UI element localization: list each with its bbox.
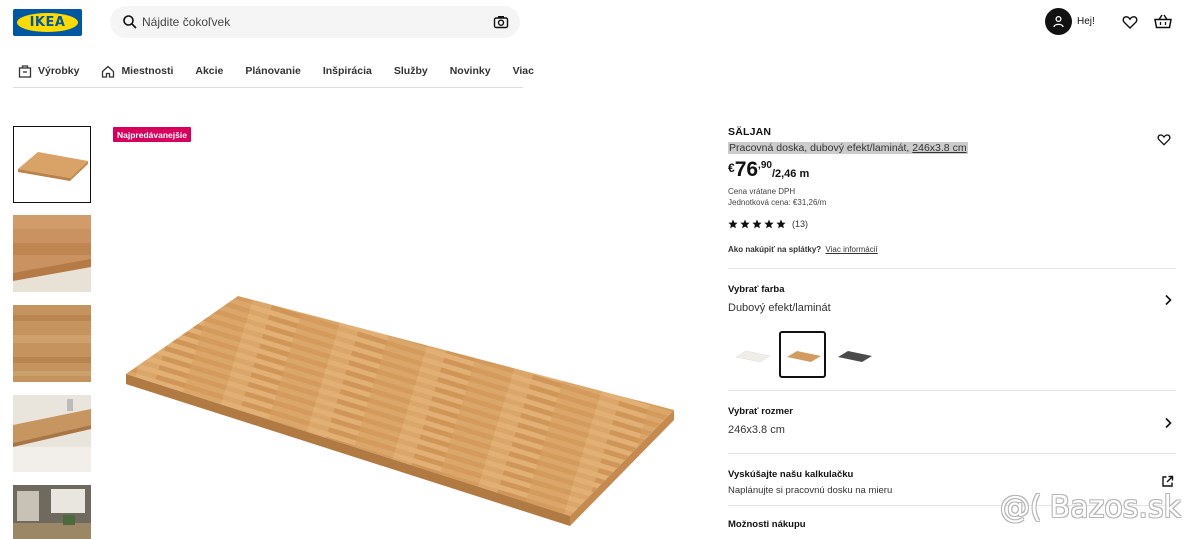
nav-item-products[interactable]: Výrobky	[18, 64, 80, 78]
thumbnail-image	[13, 215, 91, 292]
watermark-text: Bazos.sk	[1049, 490, 1181, 525]
price-integer: 76	[734, 158, 759, 181]
product-price: € 76 ,90 /2,46 m	[728, 159, 809, 181]
size-section-title: Vybrať rozmer	[728, 406, 793, 417]
add-to-favourites-icon[interactable]	[1157, 133, 1171, 146]
nav-label: Viac	[512, 65, 534, 77]
thumbnail-image	[14, 127, 90, 202]
thumbnail-image	[13, 395, 91, 472]
calculator-title[interactable]: Vyskúšajte našu kalkulačku	[728, 469, 853, 480]
favourites-heart-icon[interactable]	[1122, 14, 1138, 30]
thumbnail-image	[13, 485, 91, 539]
nav-item-offers[interactable]: Akcie	[195, 65, 223, 77]
user-icon	[1045, 8, 1072, 35]
user-account[interactable]: Hej!	[1045, 8, 1095, 35]
size-section-value: 246x3.8 cm	[728, 424, 785, 436]
thumbnail-image	[13, 305, 91, 382]
divider	[728, 453, 1176, 454]
size-link[interactable]: 246x3.8 cm	[912, 142, 966, 154]
swatch-image	[837, 350, 872, 362]
installment-info: Ako nakúpiť na splátky? Viac informácií	[728, 245, 878, 254]
color-chevron-right-icon[interactable]	[1163, 294, 1173, 306]
nav-item-inspiration[interactable]: Inšpirácia	[323, 65, 372, 77]
logo-text: IKEA	[29, 15, 66, 30]
swatch-image	[786, 350, 821, 362]
purchase-options-title[interactable]: Možnosti nákupu	[728, 519, 806, 530]
home-icon	[102, 65, 115, 78]
thumbnail-4[interactable]	[13, 395, 91, 472]
nav-item-more[interactable]: Viac	[513, 65, 534, 77]
thumbnail-5[interactable]	[13, 485, 91, 539]
external-link-icon[interactable]	[1161, 475, 1174, 488]
review-count: (13)	[792, 219, 809, 229]
camera-icon[interactable]	[493, 14, 509, 30]
nav-item-planning[interactable]: Plánovanie	[245, 65, 300, 77]
price-currency: €	[728, 161, 735, 175]
product-description: Pracovná doska, dubový efekt/laminát, 24…	[728, 142, 968, 154]
search-input[interactable]	[142, 12, 482, 32]
unit-price: Jednotková cena: €31,26/m	[728, 198, 827, 207]
installment-question: Ako nakúpiť na splátky?	[728, 245, 822, 254]
ikea-logo[interactable]: IKEA	[13, 9, 82, 36]
nav-label: Akcie	[195, 65, 224, 77]
installment-more-link[interactable]: Viac informácií	[825, 245, 877, 254]
watermark-logo-icon: @(	[1000, 490, 1042, 525]
nav-label: Inšpirácia	[322, 65, 372, 77]
search-bar[interactable]	[110, 6, 520, 38]
color-section-title: Vybrať farba	[728, 284, 785, 295]
rating[interactable]: (13)	[728, 219, 808, 229]
thumbnail-3[interactable]	[13, 305, 91, 382]
nav-label: Výrobky	[38, 65, 80, 77]
nav-item-new[interactable]: Novinky	[450, 65, 491, 77]
size-chevron-right-icon[interactable]	[1163, 417, 1173, 429]
swatch-image	[734, 350, 771, 362]
nav-label: Služby	[393, 65, 428, 77]
color-swatch-white[interactable]	[728, 331, 775, 378]
nav-item-rooms[interactable]: Miestnosti	[101, 65, 173, 78]
products-icon	[18, 64, 32, 78]
basket-icon[interactable]	[1154, 14, 1172, 30]
watermark: @( Bazos.sk	[1000, 490, 1181, 525]
vat-note: Cena vrátane DPH	[728, 187, 796, 196]
divider	[728, 390, 1176, 391]
nav-label: Miestnosti	[121, 65, 174, 77]
main-product-image[interactable]	[120, 290, 680, 530]
bestseller-badge: Najpredávanejšie	[113, 127, 191, 142]
nav-divider	[13, 87, 523, 88]
price-unit: /2,46 m	[771, 168, 810, 180]
greeting-text: Hej!	[1077, 16, 1095, 27]
main-navigation: Výrobky Miestnosti Akcie Plánovanie Inšp…	[18, 60, 556, 82]
thumbnail-1[interactable]	[13, 126, 91, 203]
nav-item-services[interactable]: Služby	[394, 65, 428, 77]
product-info: SÄLJAN Pracovná doska, dubový efekt/lami…	[728, 126, 1178, 156]
product-name: SÄLJAN	[728, 126, 772, 138]
divider	[728, 268, 1176, 269]
price-decimal: ,90	[758, 160, 772, 171]
thumbnail-2[interactable]	[13, 215, 91, 292]
nav-label: Novinky	[449, 65, 491, 77]
calculator-subtitle: Naplánujte si pracovnú dosku na mieru	[728, 485, 893, 496]
search-icon	[123, 15, 137, 29]
nav-label: Plánovanie	[245, 65, 301, 77]
color-swatch-oak[interactable]	[779, 331, 826, 378]
color-section-value: Dubový efekt/laminát	[728, 302, 831, 314]
color-swatch-dark-grey[interactable]	[830, 331, 877, 378]
star-rating-icon	[728, 219, 786, 229]
